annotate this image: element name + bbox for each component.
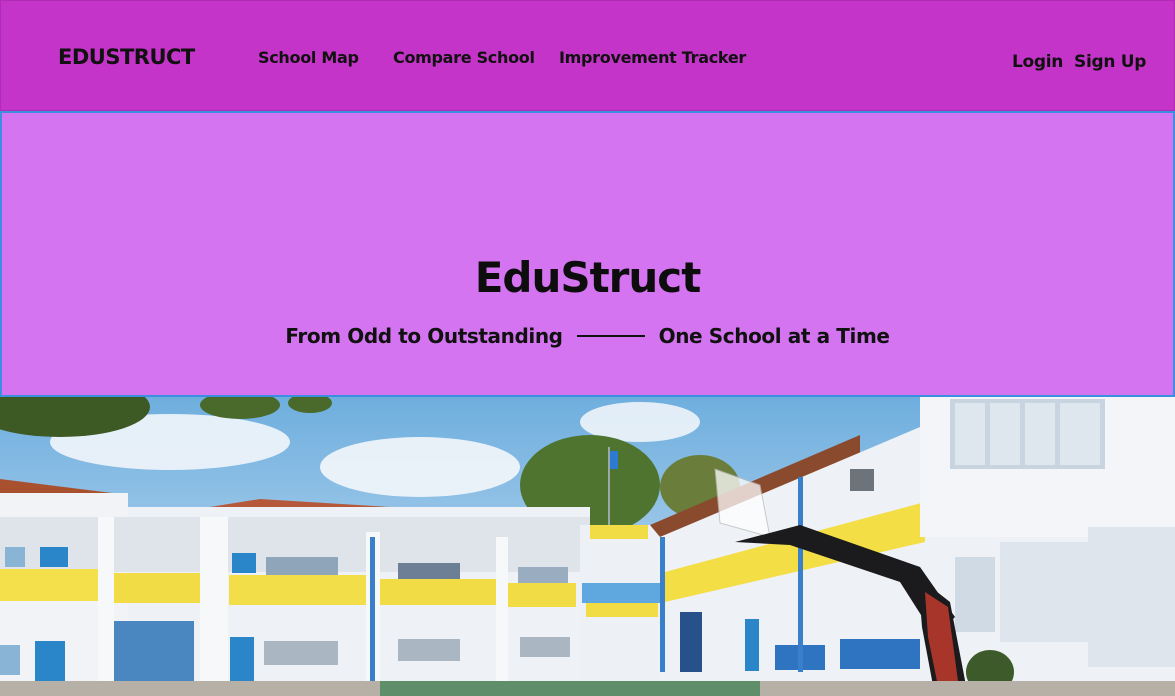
tagline-right: One School at a Time [658,324,890,348]
hero-tagline: From Odd to Outstanding One School at a … [2,324,1173,348]
brand-logo[interactable]: EDUSTRUCT [58,45,195,69]
hero-banner: EduStruct From Odd to Outstanding One Sc… [0,111,1175,397]
nav-compare-school[interactable]: Compare School [393,48,535,67]
nav-school-map[interactable]: School Map [258,48,359,67]
hero-title: EduStruct [474,253,702,302]
signup-link[interactable]: Sign Up [1074,52,1146,72]
login-link[interactable]: Login [1012,52,1063,72]
tagline-divider [576,335,645,337]
tagline-left: From Odd to Outstanding [285,324,563,348]
top-navbar: EDUSTRUCT School Map Compare School Impr… [0,0,1175,111]
school-building-photo [0,397,1175,696]
nav-improvement-tracker[interactable]: Improvement Tracker [559,48,746,67]
